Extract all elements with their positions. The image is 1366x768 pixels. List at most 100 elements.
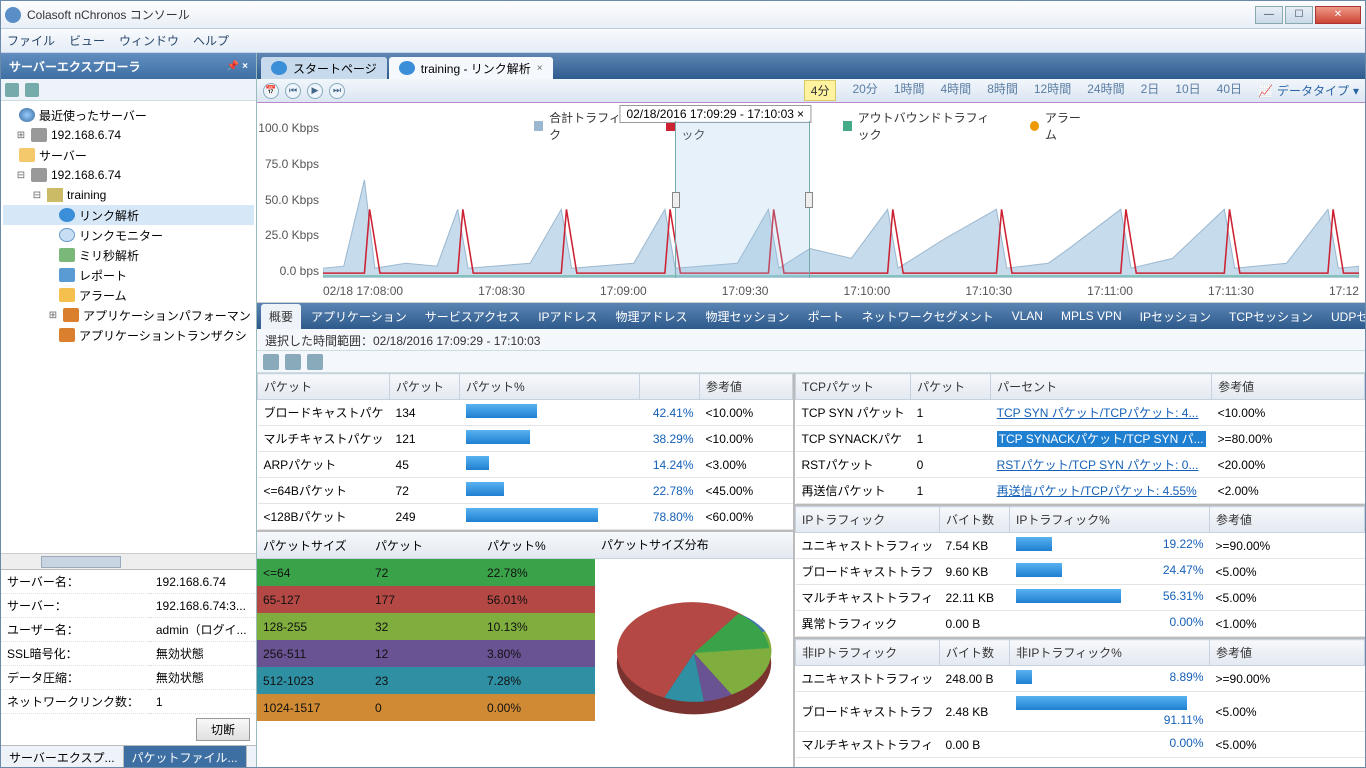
- subtab-0[interactable]: 概要: [261, 304, 301, 329]
- col-header[interactable]: 参考値: [1210, 507, 1365, 533]
- forward-icon[interactable]: ⏭: [329, 83, 345, 99]
- chart-plot[interactable]: [323, 121, 1359, 278]
- subtab-8[interactable]: VLAN: [1004, 305, 1051, 327]
- sidebar-item-alarm[interactable]: アラーム: [79, 287, 127, 304]
- pin-icon[interactable]: 📌 ×: [227, 61, 248, 72]
- disconnect-button[interactable]: 切断: [196, 718, 250, 741]
- table-row[interactable]: TCP SYN パケット1TCP SYN パケット/TCPパケット: 4...<…: [796, 400, 1365, 426]
- table-row[interactable]: <=64Bパケット7222.78%<45.00%: [258, 478, 793, 504]
- table-row[interactable]: TCP SYNACKパケ1TCP SYNACKパケット/TCP SYN パ...…: [796, 426, 1365, 452]
- copy-icon[interactable]: [285, 354, 301, 370]
- range-2日[interactable]: 2日: [1141, 80, 1160, 101]
- col-header[interactable]: パケット%: [460, 374, 640, 400]
- calendar-icon[interactable]: 📅: [263, 83, 279, 99]
- callout-close-icon[interactable]: ×: [797, 107, 804, 121]
- table-row[interactable]: ブロードキャストトラフ2.48 KB 91.11%<5.00%: [796, 692, 1365, 732]
- training-node[interactable]: training: [67, 188, 106, 202]
- close-button[interactable]: ✕: [1315, 6, 1361, 24]
- table-row[interactable]: <128Bパケット24978.80%<60.00%: [258, 504, 793, 530]
- close-tab-icon[interactable]: ×: [537, 63, 543, 74]
- col-header[interactable]: バイト数: [940, 640, 1010, 666]
- sidebar-item-link-monitor[interactable]: リンクモニター: [79, 227, 163, 244]
- table-row[interactable]: ARPパケット4514.24%<3.00%: [258, 452, 793, 478]
- subtab-10[interactable]: IPセッション: [1132, 304, 1219, 329]
- export-icon[interactable]: [263, 354, 279, 370]
- add-icon[interactable]: [25, 83, 39, 97]
- col-header[interactable]: IPトラフィック: [796, 507, 940, 533]
- play-icon[interactable]: ▶: [307, 83, 323, 99]
- table-row[interactable]: ブロードキャストトラフ9.60 KB 24.47%<5.00%: [796, 559, 1365, 585]
- table-row[interactable]: RSTパケット0RSTパケット/TCP SYN パケット: 0...<20.00…: [796, 452, 1365, 478]
- recent-servers[interactable]: 最近使ったサーバー: [39, 107, 147, 124]
- recent-server-ip[interactable]: 192.168.6.74: [51, 128, 121, 142]
- col-header[interactable]: 非IPトラフィック%: [1010, 640, 1210, 666]
- subtab-4[interactable]: 物理アドレス: [608, 304, 696, 329]
- sidebar-hscroll[interactable]: [1, 553, 256, 569]
- sidebar-item-report[interactable]: レポート: [79, 267, 127, 284]
- datatype-selector[interactable]: 📈 データタイプ ▾: [1258, 82, 1359, 99]
- minimize-button[interactable]: —: [1255, 6, 1283, 24]
- col-header[interactable]: バイト数: [940, 507, 1010, 533]
- col-header[interactable]: 参考値: [700, 374, 793, 400]
- col-header[interactable]: パケット: [911, 374, 991, 400]
- subtab-9[interactable]: MPLS VPN: [1053, 305, 1130, 327]
- range-24時間[interactable]: 24時間: [1087, 80, 1124, 101]
- subtab-6[interactable]: ポート: [800, 304, 852, 329]
- size-row[interactable]: 65-12717756.01%: [257, 586, 595, 613]
- subtab-12[interactable]: UDPセッショ: [1323, 304, 1365, 329]
- col-header[interactable]: パーセント: [991, 374, 1212, 400]
- selection-handle-left[interactable]: [672, 192, 680, 208]
- rewind-icon[interactable]: ⏮: [285, 83, 301, 99]
- size-row[interactable]: 512-1023237.28%: [257, 667, 595, 694]
- col-header[interactable]: パケット: [258, 374, 390, 400]
- sidebar-item-link-analysis[interactable]: リンク解析: [79, 207, 139, 224]
- range-40日[interactable]: 40日: [1217, 80, 1242, 101]
- size-row[interactable]: 128-2553210.13%: [257, 613, 595, 640]
- range-10日[interactable]: 10日: [1175, 80, 1200, 101]
- col-header[interactable]: 参考値: [1212, 374, 1365, 400]
- subtab-1[interactable]: アプリケーション: [303, 304, 415, 329]
- table-row[interactable]: マルチキャストトラフィ0.00 B 0.00%<5.00%: [796, 732, 1365, 758]
- tab-server-explorer[interactable]: サーバーエクスプ...: [1, 746, 124, 767]
- subtab-3[interactable]: IPアドレス: [530, 304, 605, 329]
- size-row[interactable]: <=647222.78%: [257, 559, 595, 586]
- maximize-button[interactable]: ☐: [1285, 6, 1313, 24]
- col-header[interactable]: IPトラフィック%: [1010, 507, 1210, 533]
- menu-window[interactable]: ウィンドウ: [119, 32, 179, 49]
- sidebar-item-app-perf[interactable]: アプリケーションパフォーマン: [83, 307, 251, 324]
- size-row[interactable]: 1024-151700.00%: [257, 694, 595, 721]
- sidebar-item-app-trans[interactable]: アプリケーショントランザクシ: [79, 327, 247, 344]
- range-1時間[interactable]: 1時間: [894, 80, 925, 101]
- selection-handle-right[interactable]: [805, 192, 813, 208]
- table-row[interactable]: ユニキャストトラフィッ7.54 KB 19.22%>=90.00%: [796, 533, 1365, 559]
- table-row[interactable]: ユニキャストトラフィッ248.00 B 8.89%>=90.00%: [796, 666, 1365, 692]
- chart-icon[interactable]: [307, 354, 323, 370]
- range-4時間[interactable]: 4時間: [941, 80, 972, 101]
- col-header[interactable]: [640, 374, 700, 400]
- menu-help[interactable]: ヘルプ: [193, 32, 229, 49]
- sidebar-item-ms[interactable]: ミリ秒解析: [79, 247, 139, 264]
- server-ip[interactable]: 192.168.6.74: [51, 168, 121, 182]
- size-row[interactable]: 256-511123.80%: [257, 640, 595, 667]
- server-tree[interactable]: 最近使ったサーバー ⊞192.168.6.74 サーバー ⊟192.168.6.…: [1, 101, 256, 553]
- tab-start-page[interactable]: スタートページ: [261, 57, 387, 79]
- tab-training-link[interactable]: training - リンク解析×: [389, 57, 553, 79]
- range-20分[interactable]: 20分: [852, 80, 877, 101]
- menu-file[interactable]: ファイル: [7, 32, 55, 49]
- table-row[interactable]: 異常トラフィック0.00 B 0.00%<1.00%: [796, 611, 1365, 637]
- subtab-5[interactable]: 物理セッション: [698, 304, 798, 329]
- refresh-icon[interactable]: [5, 83, 19, 97]
- range-4分[interactable]: 4分: [804, 80, 837, 101]
- tab-packet-file[interactable]: パケットファイル...: [124, 746, 247, 767]
- col-header[interactable]: 非IPトラフィック: [796, 640, 940, 666]
- col-header[interactable]: 参考値: [1210, 640, 1365, 666]
- menu-view[interactable]: ビュー: [69, 32, 105, 49]
- table-row[interactable]: マルチキャストトラフィ22.11 KB 56.31%<5.00%: [796, 585, 1365, 611]
- table-row[interactable]: ブロードキャストパケ13442.41%<10.00%: [258, 400, 793, 426]
- table-row[interactable]: マルチキャストパケッ12138.29%<10.00%: [258, 426, 793, 452]
- table-row[interactable]: 再送信パケット1再送信パケット/TCPパケット: 4.55%<2.00%: [796, 478, 1365, 504]
- col-header[interactable]: パケット: [390, 374, 460, 400]
- range-8時間[interactable]: 8時間: [987, 80, 1018, 101]
- subtab-11[interactable]: TCPセッション: [1221, 304, 1321, 329]
- range-12時間[interactable]: 12時間: [1034, 80, 1071, 101]
